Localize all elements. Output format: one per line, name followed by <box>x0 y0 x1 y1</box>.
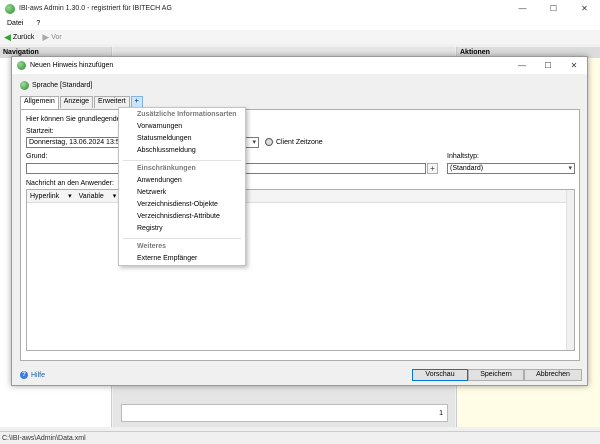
content-footer-box: 1 <box>121 404 448 422</box>
item-count: 1 <box>439 410 443 417</box>
start-time-dropdown[interactable]: ▾ <box>245 137 259 148</box>
maximize-icon[interactable]: ☐ <box>538 0 569 17</box>
content-type-select[interactable]: (Standard) ▾ <box>447 163 575 174</box>
tab-allgemein[interactable]: Allgemein <box>20 96 59 109</box>
menu-item-anwendungen[interactable]: Anwendungen <box>137 177 182 184</box>
globe-icon <box>20 81 29 90</box>
client-zone-label: Client Zeitzone <box>276 138 323 146</box>
dialog-titlebar: Neuen Hinweis hinzufügen — ☐ ✕ <box>12 57 587 74</box>
menu-item-externe-empfaenger[interactable]: Externe Empfänger <box>137 255 197 262</box>
close-icon[interactable]: ✕ <box>569 0 600 17</box>
menu-section-restrictions: Einschränkungen <box>137 165 196 172</box>
reason-label: Grund: <box>26 153 48 160</box>
menubar: Datei ? <box>0 17 600 30</box>
menu-help[interactable]: ? <box>29 20 46 27</box>
help-label: Hilfe <box>31 371 46 379</box>
start-time-field[interactable]: Donnerstag, 13.06.2024 13:51 <box>26 137 122 148</box>
chevron-down-icon: ▾ <box>568 165 572 172</box>
menu-item-abschlussmeldung[interactable]: Abschlussmeldung <box>137 147 196 154</box>
menu-item-netzwerk[interactable]: Netzwerk <box>137 189 166 196</box>
menu-item-statusmeldungen[interactable]: Statusmeldungen <box>137 135 191 142</box>
intro-text: Hier können Sie grundlegende Ei <box>26 116 129 123</box>
menu-item-verzeichnisdienst-attribute[interactable]: Verzeichnisdienst-Attribute <box>137 213 220 220</box>
variable-menu[interactable]: Variable ▾ <box>79 192 117 200</box>
arrow-left-icon: ◀ <box>4 31 11 42</box>
status-path: C:\IBI-aws\Admin\Data.xml <box>2 434 86 442</box>
cancel-button[interactable]: Abbrechen <box>524 369 582 381</box>
dialog-maximize-icon[interactable]: ☐ <box>535 57 561 74</box>
window-controls: — ☐ ✕ <box>507 0 600 17</box>
save-button[interactable]: Speichern <box>468 369 524 381</box>
language-selector[interactable]: Sprache [Standard] <box>20 81 92 90</box>
language-label: Sprache [Standard] <box>32 82 93 89</box>
dialog-window-controls: — ☐ ✕ <box>509 57 587 74</box>
editor-toolbar: Hyperlink ▾ Variable ▾ Be <box>27 190 574 203</box>
help-icon: ? <box>20 371 28 379</box>
menu-separator <box>123 238 241 239</box>
hyperlink-label: Hyperlink <box>30 193 60 200</box>
hyperlink-menu[interactable]: Hyperlink ▾ <box>30 192 72 200</box>
client-zone-toggle[interactable]: Client Zeitzone <box>265 138 323 146</box>
forward-button[interactable]: ▶ Vor <box>38 32 65 43</box>
variable-label: Variable <box>78 193 104 200</box>
app-titlebar: IBI-aws Admin 1.30.0 - registriert für I… <box>0 0 600 17</box>
dialog-title: Neuen Hinweis hinzufügen <box>30 62 114 69</box>
app-icon <box>5 3 15 14</box>
menu-item-verzeichnisdienst-objekte[interactable]: Verzeichnisdienst-Objekte <box>137 201 218 208</box>
content-type-value: (Standard) <box>450 165 484 172</box>
message-editor[interactable]: Hyperlink ▾ Variable ▾ Be <box>26 189 575 351</box>
chevron-down-icon: ▾ <box>252 139 256 146</box>
dialog-icon <box>17 61 26 70</box>
forward-label: Vor <box>51 33 62 41</box>
editor-scrollbar[interactable] <box>566 190 574 350</box>
help-link[interactable]: ? Hilfe <box>20 371 45 379</box>
menu-section-more: Weiteres <box>137 243 167 250</box>
dialog-minimize-icon[interactable]: — <box>509 57 535 74</box>
add-notice-dialog: Neuen Hinweis hinzufügen — ☐ ✕ Sprache [… <box>11 56 588 386</box>
start-time-label: Startzeit: <box>26 128 54 135</box>
menu-item-registry[interactable]: Registry <box>137 225 163 232</box>
dialog-close-icon[interactable]: ✕ <box>561 57 587 74</box>
add-tab-menu: Zusätzliche Informationsarten Vorwarnung… <box>118 107 246 266</box>
tab-content-allgemein: Hier können Sie grundlegende Ei Startzei… <box>20 109 580 361</box>
reason-add-button[interactable]: + <box>427 163 438 174</box>
app-title: IBI-aws Admin 1.30.0 - registriert für I… <box>19 5 172 12</box>
navigation-toolbar: ◀ Zurück ▶ Vor <box>0 30 600 44</box>
message-label: Nachricht an den Anwender: <box>26 180 114 187</box>
content-type-label: Inhaltstyp: <box>447 153 479 160</box>
arrow-right-icon: ▶ <box>42 31 50 42</box>
preview-button[interactable]: Vorschau <box>412 369 468 381</box>
back-label: Zurück <box>12 33 35 41</box>
menu-section-info-types: Zusätzliche Informationsarten <box>137 111 237 118</box>
statusbar: C:\IBI-aws\Admin\Data.xml <box>0 431 600 444</box>
menu-separator <box>123 160 241 161</box>
menu-datei[interactable]: Datei <box>0 20 29 27</box>
clock-icon <box>265 138 273 146</box>
menu-item-vorwarnungen[interactable]: Vorwarnungen <box>137 123 182 130</box>
back-button[interactable]: ◀ Zurück <box>0 32 38 43</box>
minimize-icon[interactable]: — <box>507 0 538 17</box>
tab-anzeige[interactable]: Anzeige <box>59 96 94 108</box>
